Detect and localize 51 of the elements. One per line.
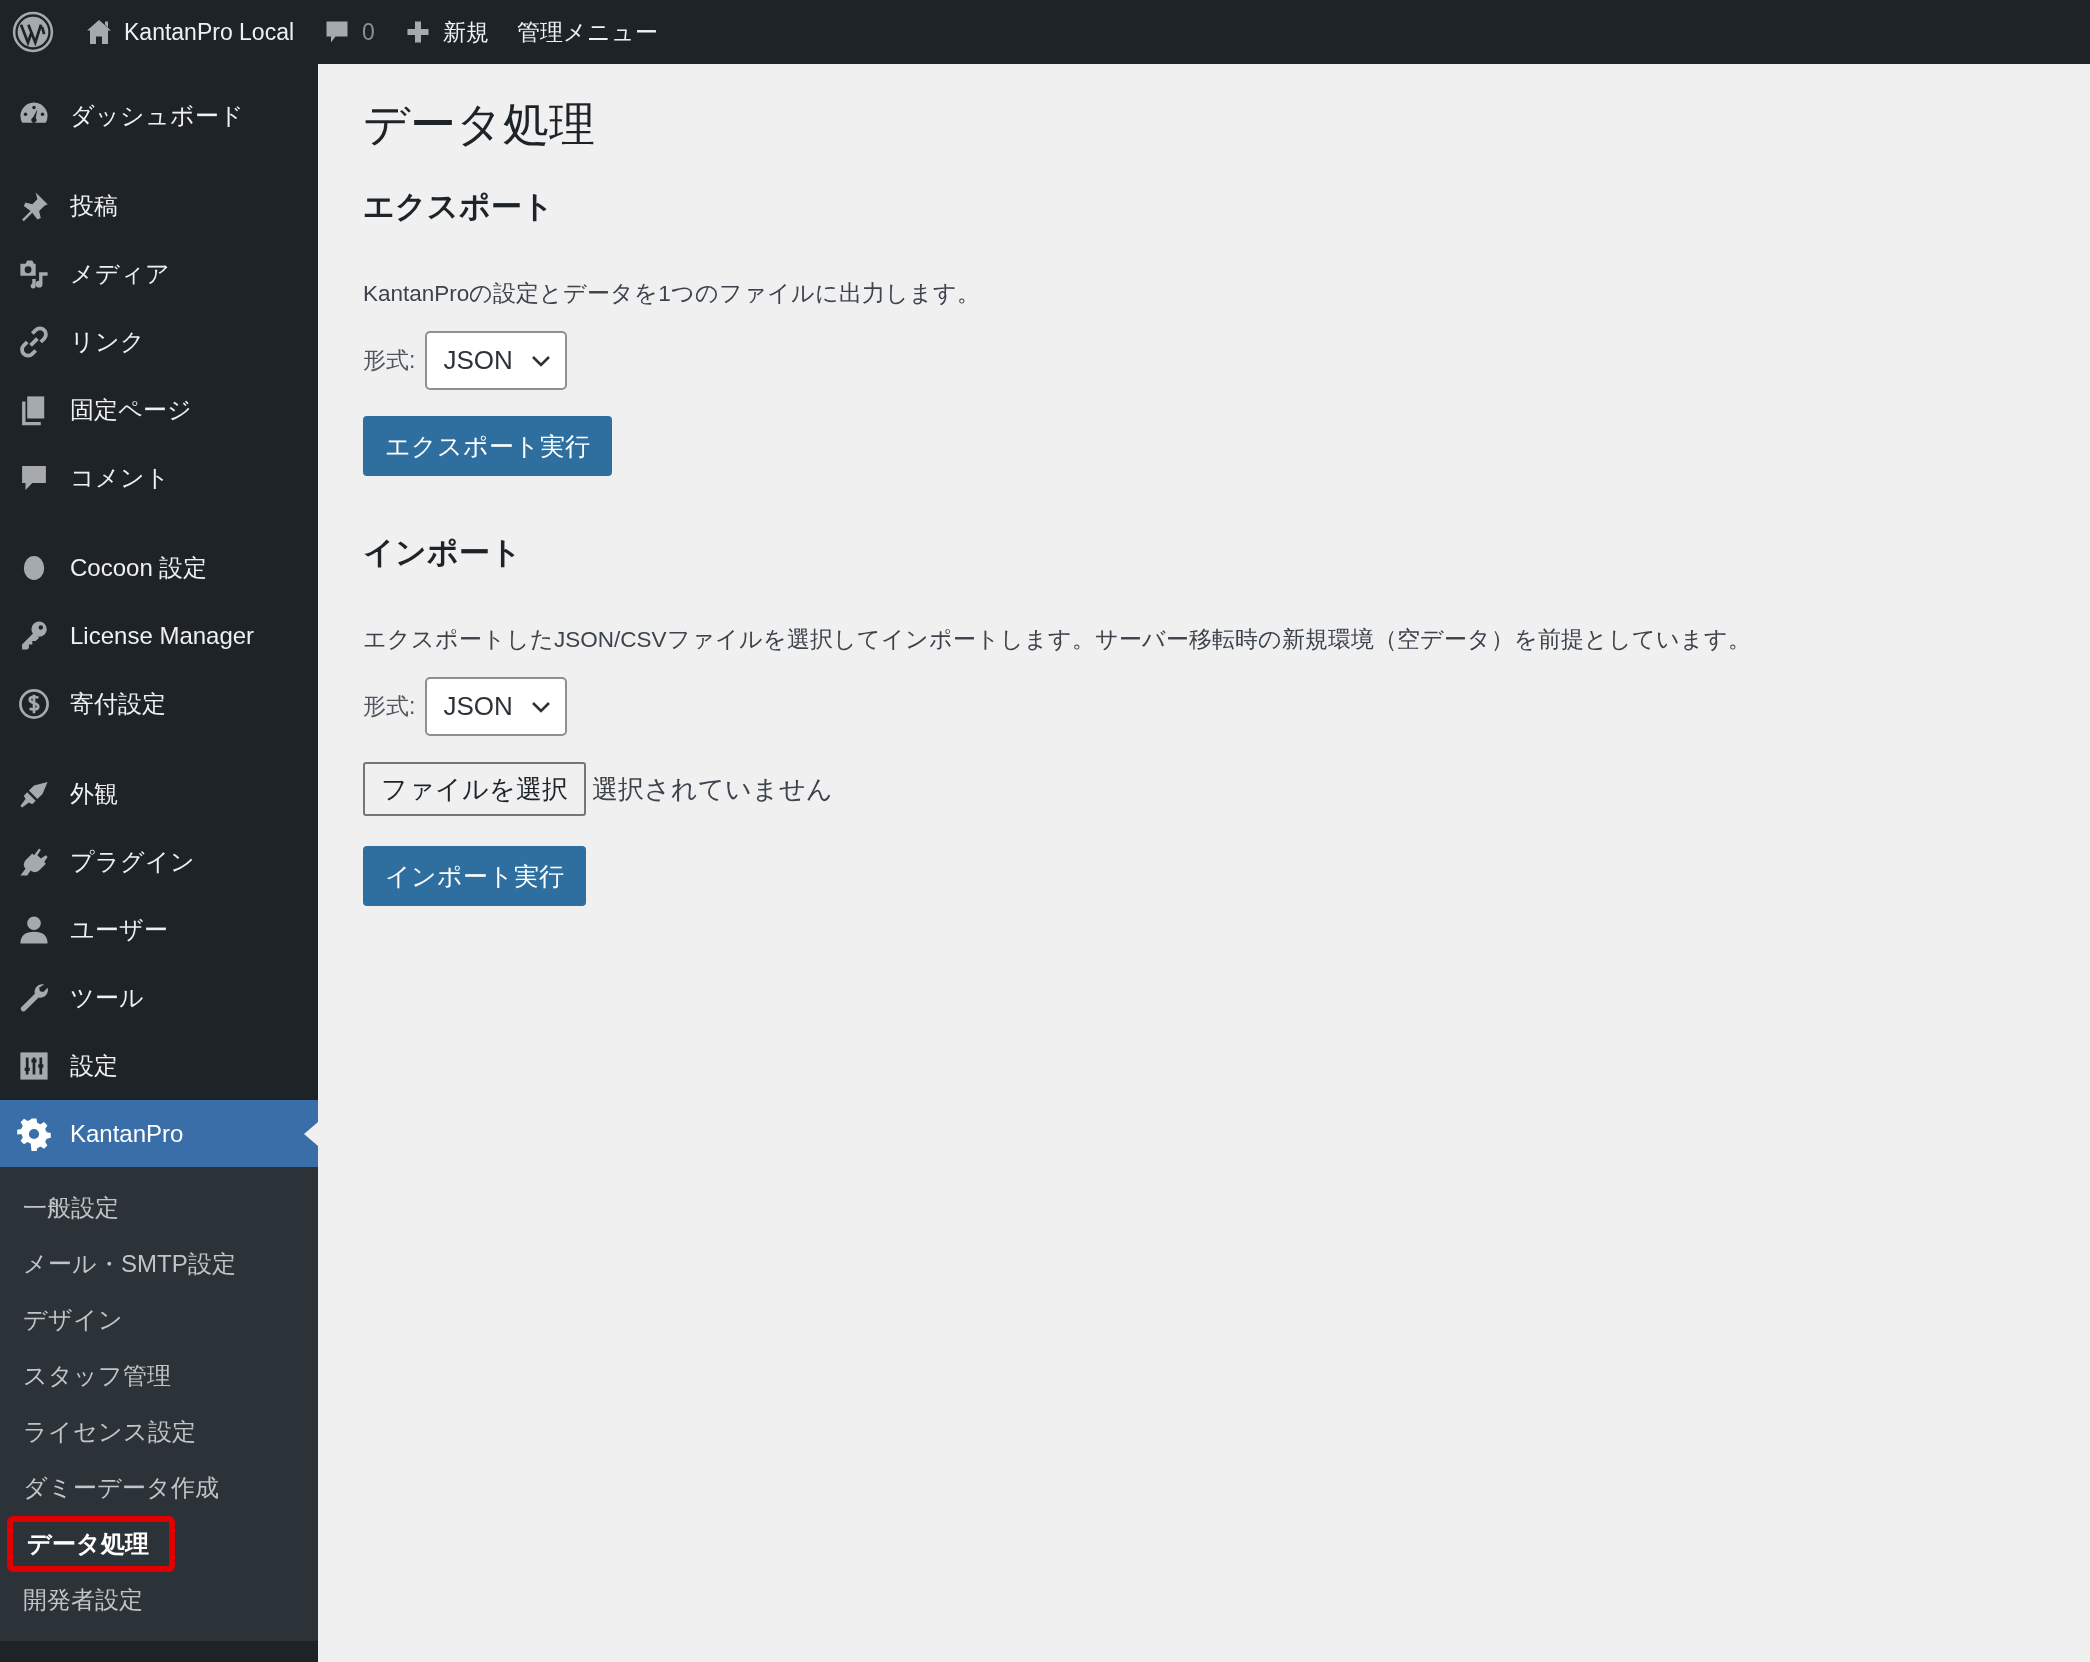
sidebar-item[interactable]: ダッシュボード: [0, 82, 318, 150]
sidebar-item[interactable]: 設定: [0, 1032, 318, 1100]
file-status-text: 選択されていません: [592, 772, 833, 806]
wordpress-logo-icon[interactable]: [12, 11, 54, 53]
dollar-icon: [17, 687, 51, 721]
format-select[interactable]: JSON: [425, 677, 568, 736]
section-description: エクスポートしたJSON/CSVファイルを選択してインポートします。サーバー移転時の新規環境（空データ）を前提としています。: [363, 626, 1752, 654]
admin-menu-link[interactable]: 管理メニュー: [502, 0, 672, 64]
sidebar-item[interactable]: リンク: [0, 308, 318, 376]
submenu-item[interactable]: デザイン: [0, 1292, 318, 1348]
sidebar-item[interactable]: License Manager: [0, 602, 318, 670]
sidebar-item[interactable]: コメント: [0, 444, 318, 512]
format-label: 形式:: [363, 346, 416, 375]
submenu-item[interactable]: ライセンス設定: [0, 1404, 318, 1460]
chevron-down-icon: [531, 699, 552, 714]
sidebar-item[interactable]: KantanPro: [0, 1100, 318, 1167]
section-heading: インポート: [363, 534, 523, 572]
sidebar-item[interactable]: メディア: [0, 240, 318, 308]
action-button[interactable]: インポート実行: [363, 846, 586, 906]
new-content-link[interactable]: 新規: [388, 0, 503, 64]
sidebar-item[interactable]: 外観: [0, 760, 318, 828]
submenu-item[interactable]: スタッフ管理: [0, 1348, 318, 1404]
gear-icon: [17, 1116, 51, 1151]
chevron-down-icon: [531, 353, 552, 368]
site-name-link[interactable]: KantanPro Local: [70, 0, 309, 64]
sidebar-item[interactable]: 寄付設定: [0, 670, 318, 738]
sidebar-item[interactable]: 投稿: [0, 172, 318, 240]
section-heading: エクスポート: [363, 188, 555, 226]
format-select[interactable]: JSON: [425, 331, 568, 390]
link-icon: [17, 325, 51, 359]
submenu-item[interactable]: 一般設定: [0, 1180, 318, 1236]
sidebar-item[interactable]: Cocoon 設定: [0, 534, 318, 602]
format-label: 形式:: [363, 692, 416, 721]
house-icon: [84, 17, 114, 47]
media-icon: [17, 257, 51, 291]
sidebar-item[interactable]: ユーザー: [0, 896, 318, 964]
menu-pointer-icon: [304, 1122, 318, 1146]
submenu-item[interactable]: ダミーデータ作成: [0, 1460, 318, 1516]
sidebar-item[interactable]: ツール: [0, 964, 318, 1032]
comments-link[interactable]: 0: [308, 0, 389, 64]
submenu-item[interactable]: メール・SMTP設定: [0, 1236, 318, 1292]
sliders-icon: [17, 1049, 51, 1083]
action-button[interactable]: エクスポート実行: [363, 416, 612, 476]
sidebar-item[interactable]: 固定ページ: [0, 376, 318, 444]
file-choose-button[interactable]: ファイルを選択: [363, 762, 586, 816]
person-icon: [17, 913, 51, 947]
submenu-item[interactable]: 開発者設定: [0, 1572, 318, 1628]
section-description: KantanProの設定とデータを1つのファイルに出力します。: [363, 280, 981, 308]
sidebar-item[interactable]: プラグイン: [0, 828, 318, 896]
submenu-item[interactable]: データ処理: [7, 1516, 175, 1572]
page-title: データ処理: [363, 97, 596, 152]
